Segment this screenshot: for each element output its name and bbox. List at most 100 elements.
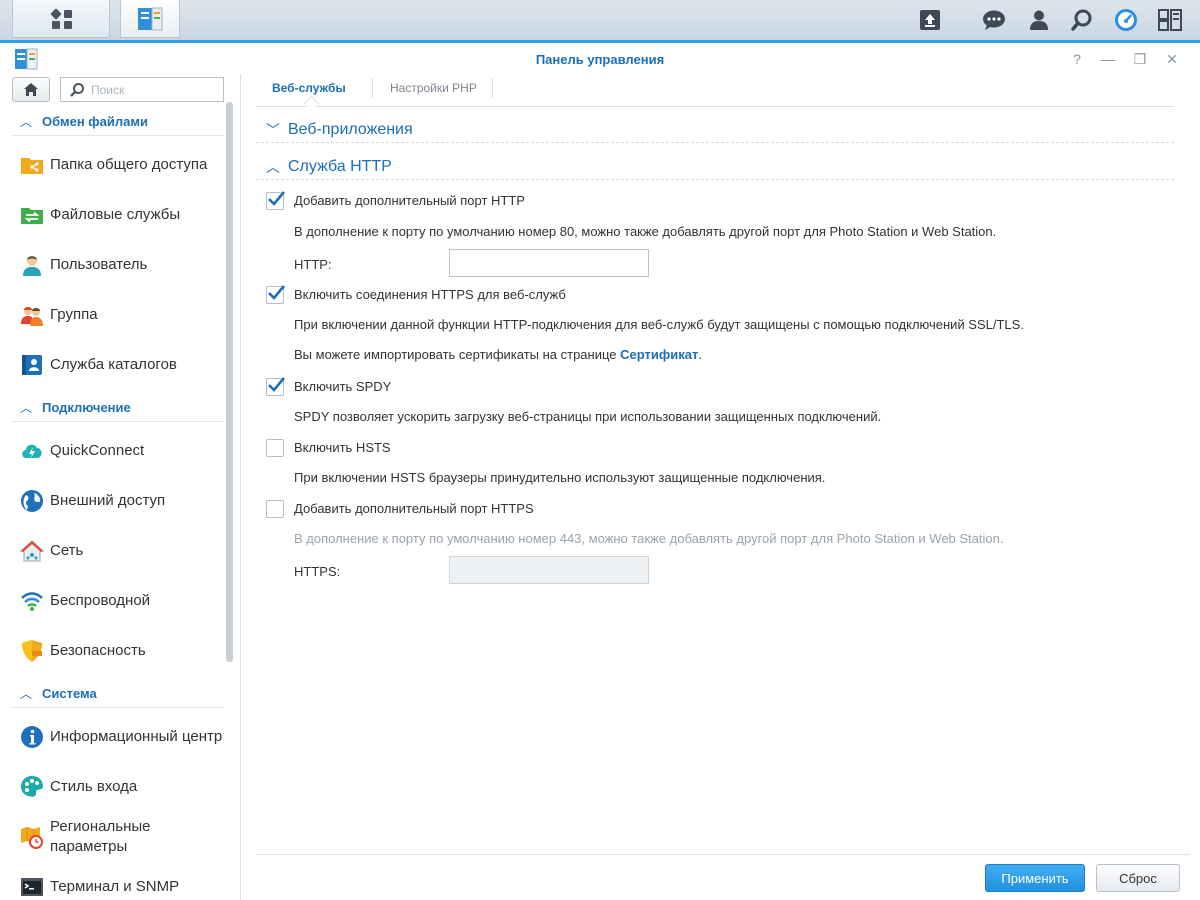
certificate-hint-suffix: . (698, 347, 702, 362)
restore-icon[interactable]: ❐ (1130, 49, 1150, 69)
file-services-icon (21, 208, 43, 224)
home-button[interactable] (12, 77, 50, 102)
sidebar-item-label: Служба каталогов (50, 356, 177, 373)
sidebar-item-file-services[interactable]: Файловые службы (12, 195, 224, 235)
sidebar-section-label: Обмен файлами (42, 114, 148, 129)
https-port-input[interactable] (449, 556, 649, 584)
help-icon[interactable]: ? (1067, 49, 1087, 69)
control-panel-taskbar-button[interactable] (120, 0, 180, 38)
search-input[interactable]: Поиск (60, 77, 224, 102)
sidebar-item-label: Пользователь (50, 256, 148, 273)
section-http-service[interactable]: ︿ Служба HTTP (256, 153, 1174, 180)
notifications-button[interactable] (972, 0, 1016, 40)
sidebar-section-label: Подключение (42, 400, 131, 415)
spdy-checkbox[interactable] (266, 377, 285, 396)
sidebar-item-wireless[interactable]: Беспроводной (12, 581, 224, 621)
hsts-description: При включении HSTS браузеры принудительн… (294, 470, 826, 485)
sidebar-item-terminal-snmp[interactable]: Терминал и SNMP (12, 867, 224, 900)
checkmark-icon (268, 377, 285, 392)
sidebar-section-label: Система (42, 686, 97, 701)
minimize-icon[interactable]: — (1098, 49, 1118, 69)
resource-monitor-button[interactable] (1104, 0, 1148, 40)
extra-http-port-option: Добавить дополнительный порт HTTP (266, 191, 666, 212)
sidebar-item-label: Информационный центр (50, 728, 223, 745)
main-menu-button[interactable] (12, 0, 110, 38)
regional-clock-icon (21, 827, 43, 849)
group-icon (21, 307, 43, 326)
widgets-icon (1158, 9, 1182, 31)
tab-divider (492, 78, 493, 98)
user-menu-button[interactable] (1017, 0, 1061, 40)
palette-icon (21, 776, 43, 797)
globe-icon (21, 490, 43, 512)
sidebar-section-connectivity[interactable]: ︿ Подключение (12, 395, 224, 422)
sidebar-item-regional-options[interactable]: Региональные параметры (12, 817, 224, 857)
https-option: Включить соединения HTTPS для веб-служб (266, 285, 666, 306)
search-taskbar-button[interactable] (1060, 0, 1104, 40)
footer-divider (256, 854, 1190, 855)
section-title: Служба HTTP (288, 158, 392, 175)
section-web-applications[interactable]: ﹀ Веб-приложения (256, 116, 1174, 143)
sidebar-item-security[interactable]: Безопасность (12, 631, 224, 671)
directory-service-icon (22, 355, 42, 375)
search-placeholder: Поиск (91, 83, 125, 97)
extra-https-port-description: В дополнение к порту по умолчанию номер … (294, 531, 1004, 546)
sidebar-item-external-access[interactable]: Внешний доступ (12, 481, 224, 521)
sidebar-item-info-center[interactable]: Информационный центр (12, 717, 224, 757)
certificate-link[interactable]: Сертификат (620, 347, 698, 362)
upload-icon (920, 10, 940, 30)
window-title: Панель управления (535, 52, 665, 67)
checkmark-icon (268, 285, 285, 300)
sidebar-item-user[interactable]: Пользователь (12, 245, 224, 285)
sidebar-section-system[interactable]: ︿ Система (12, 681, 224, 708)
network-house-icon (20, 540, 44, 562)
http-port-label: HTTP: (294, 257, 332, 272)
search-icon (1071, 9, 1092, 31)
home-icon (24, 83, 38, 96)
sidebar-item-group[interactable]: Группа (12, 295, 224, 335)
hsts-checkbox[interactable] (266, 439, 284, 457)
speedometer-icon (1115, 9, 1137, 31)
extra-https-port-option: Добавить дополнительный порт HTTPS (266, 500, 666, 520)
chat-bubble-icon (983, 10, 1005, 30)
sidebar-item-label: QuickConnect (50, 442, 145, 459)
sidebar-item-directory-service[interactable]: Служба каталогов (12, 345, 224, 385)
sidebar-item-label: Безопасность (50, 642, 146, 659)
tab-php-settings[interactable]: Настройки PHP (390, 74, 477, 102)
sidebar-item-label: Группа (50, 306, 98, 323)
certificate-hint-text: Вы можете импортировать сертификаты на с… (294, 347, 621, 362)
control-panel-icon (138, 7, 163, 31)
widgets-button[interactable] (1148, 0, 1192, 40)
chevron-up-icon: ︿ (20, 115, 33, 129)
http-port-input[interactable] (449, 249, 649, 277)
taskbar (0, 0, 1200, 41)
sidebar-item-quickconnect[interactable]: QuickConnect (12, 431, 224, 471)
user-silhouette-icon (1030, 10, 1048, 30)
certificate-hint: Вы можете импортировать сертификаты на с… (294, 347, 702, 362)
sidebar-section-file-sharing[interactable]: ︿ Обмен файлами (12, 109, 224, 136)
quickconnect-icon (22, 444, 42, 458)
extra-http-port-checkbox[interactable] (266, 191, 285, 210)
sidebar-item-network[interactable]: Сеть (12, 531, 224, 571)
sidebar-item-shared-folder[interactable]: Папка общего доступа (12, 145, 224, 185)
chevron-down-icon: ﹀ (266, 122, 280, 138)
section-title: Веб-приложения (288, 121, 413, 138)
apps-grid-icon (50, 8, 72, 29)
sidebar-item-login-style[interactable]: Стиль входа (12, 767, 224, 807)
sidebar-item-label: Сеть (50, 542, 84, 559)
upload-button[interactable] (908, 0, 952, 40)
sidebar-item-label: Беспроводной (50, 592, 151, 609)
apply-button[interactable]: Применить (985, 864, 1085, 892)
sidebar-scrollbar-thumb[interactable] (226, 102, 233, 662)
extra-http-port-label: Добавить дополнительный порт HTTP (294, 193, 525, 208)
extra-https-port-checkbox[interactable] (266, 500, 284, 518)
https-checkbox[interactable] (266, 285, 285, 304)
hsts-option: Включить HSTS (266, 439, 566, 459)
sidebar-item-label: Региональные параметры (50, 818, 151, 855)
chevron-up-icon: ︿ (266, 159, 280, 175)
extra-https-port-label: Добавить дополнительный порт HTTPS (294, 501, 534, 516)
close-icon[interactable]: ✕ (1162, 49, 1182, 69)
reset-button[interactable]: Сброс (1096, 864, 1180, 892)
tab-divider (372, 78, 373, 98)
wifi-icon (21, 592, 43, 611)
